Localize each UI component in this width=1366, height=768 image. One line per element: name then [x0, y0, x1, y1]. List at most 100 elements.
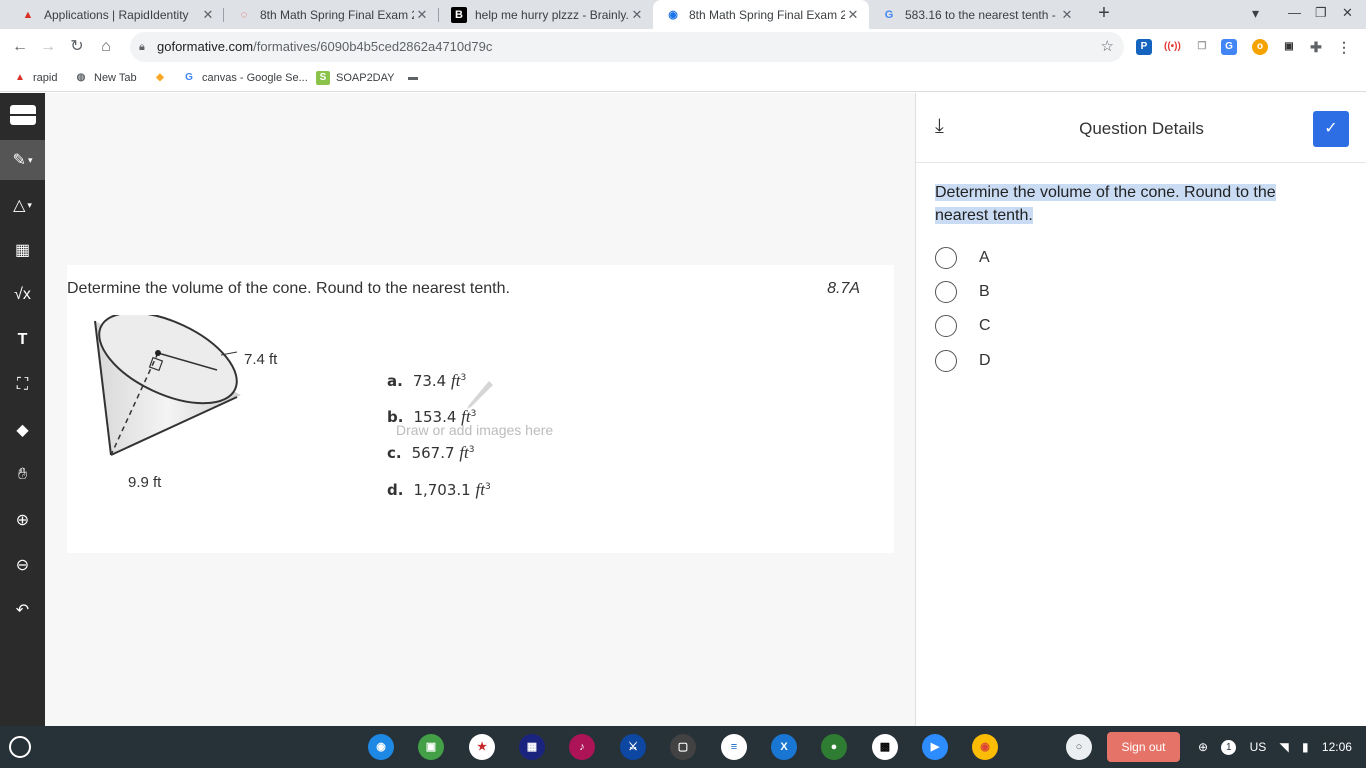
- radio-button[interactable]: [935, 350, 957, 372]
- lock-icon: 🔒︎: [139, 41, 145, 53]
- eraser-tool[interactable]: ◆: [0, 410, 45, 450]
- bookmark-canvas[interactable]: G canvas - Google Se...: [182, 69, 308, 87]
- google-icon: G: [185, 72, 193, 83]
- tab-title: 8th Math Spring Final Exam 202: [260, 7, 414, 22]
- qr-app-icon[interactable]: ▩: [872, 734, 898, 760]
- tab-strip: ▲ Applications | RapidIdentity ✕ ◌ 8th M…: [0, 0, 1366, 29]
- option-c[interactable]: C: [935, 314, 991, 338]
- sign-out-button[interactable]: Sign out: [1107, 732, 1180, 762]
- choice-letter: c.: [387, 444, 402, 462]
- close-tab-icon[interactable]: ✕: [1059, 7, 1075, 23]
- radio-button[interactable]: [935, 315, 957, 337]
- new-tab-button[interactable]: +: [1094, 3, 1114, 24]
- launcher-icon[interactable]: [9, 736, 31, 758]
- restore-icon[interactable]: ❐: [1315, 5, 1327, 21]
- submit-check-button[interactable]: ✓: [1313, 111, 1349, 147]
- tab-title: 583.16 to the nearest tenth - Go: [905, 7, 1059, 22]
- address-bar[interactable]: 🔒︎ goformative.com/formatives/6090b4b5ce…: [130, 32, 1124, 62]
- choice-value: 1,703.1: [413, 481, 471, 499]
- radio-button[interactable]: [935, 247, 957, 269]
- option-label: A: [979, 249, 990, 266]
- text-icon: T: [17, 331, 28, 348]
- check-icon: ✓: [1324, 120, 1338, 137]
- zoom-in-tool[interactable]: ⊕: [0, 500, 45, 540]
- wifi-icon: ◥: [1279, 740, 1289, 754]
- extension-reader-icon[interactable]: ▣: [1281, 39, 1297, 55]
- zoom-out-icon: ⊖: [15, 557, 30, 574]
- keyboard-locale: US: [1249, 740, 1267, 754]
- choice-letter: a.: [387, 372, 403, 390]
- question-image: Determine the volume of the cone. Round …: [67, 265, 894, 553]
- menu-icon: [9, 105, 36, 125]
- classroom-app-icon[interactable]: ▣: [418, 734, 444, 760]
- option-b[interactable]: B: [935, 280, 990, 304]
- minimize-icon[interactable]: —: [1288, 5, 1301, 20]
- home-icon[interactable]: ⌂: [95, 36, 117, 58]
- texas-app-icon[interactable]: ★: [469, 734, 495, 760]
- close-window-icon[interactable]: ✕: [1342, 5, 1353, 21]
- extensions-puzzle-icon[interactable]: ✚: [1308, 39, 1324, 55]
- zoom-app-icon[interactable]: ▶: [922, 734, 948, 760]
- math-tool[interactable]: √x: [0, 275, 45, 315]
- undo-tool[interactable]: ↶: [0, 590, 45, 630]
- bookmark-star-icon[interactable]: ☆: [1101, 32, 1114, 62]
- pen-tool[interactable]: ✎ ▾: [0, 140, 45, 180]
- zoom-out-tool[interactable]: ⊖: [0, 545, 45, 585]
- tab-search-icon[interactable]: ▾: [1252, 5, 1259, 22]
- drawing-canvas[interactable]: Determine the volume of the cone. Round …: [45, 93, 915, 726]
- tab-math-exam-1[interactable]: ◌ 8th Math Spring Final Exam 202 ✕: [224, 0, 438, 29]
- select-tool[interactable]: ⛶: [0, 365, 45, 405]
- game-app-icon[interactable]: ⚔: [620, 734, 646, 760]
- tab-rapididentity[interactable]: ▲ Applications | RapidIdentity ✕: [8, 0, 224, 29]
- google-translate-icon[interactable]: G: [1221, 39, 1237, 55]
- tab-math-exam-active[interactable]: ◉ 8th Math Spring Final Exam 202 ✕: [653, 0, 869, 29]
- bookmark-rapid[interactable]: ▲ rapid: [13, 69, 57, 87]
- chrome-favicon-icon: ◉: [668, 9, 678, 21]
- window-app-icon[interactable]: ▢: [670, 734, 696, 760]
- close-tab-icon[interactable]: ✕: [845, 7, 861, 23]
- height-label: 9.9 ft: [128, 474, 162, 491]
- choice-value: 73.4: [412, 372, 447, 390]
- app-icon[interactable]: ≡: [721, 734, 747, 760]
- text-tool[interactable]: T: [0, 320, 45, 360]
- question-details-panel: ⤓ Question Details ✓ Determine the volum…: [915, 93, 1366, 726]
- close-tab-icon[interactable]: ✕: [629, 7, 645, 23]
- profile-avatar[interactable]: ○: [1066, 734, 1092, 760]
- extension-p-icon[interactable]: P: [1136, 39, 1152, 55]
- choice-c: c. 567.7 ft3: [387, 443, 475, 463]
- extension-on-icon[interactable]: o: [1252, 39, 1268, 55]
- extension-broadcast-icon[interactable]: ((•)): [1164, 39, 1181, 55]
- reload-icon[interactable]: ↻: [66, 36, 88, 58]
- image-tool[interactable]: ▦: [0, 230, 45, 270]
- status-tray[interactable]: ⊕ 1 US ◥ ▮ 12:06: [1192, 732, 1358, 762]
- extension-cast-icon[interactable]: ❐: [1194, 39, 1210, 55]
- pan-tool[interactable]: ✋︎: [0, 455, 45, 495]
- tab-google-search[interactable]: G 583.16 to the nearest tenth - Go ✕: [869, 0, 1083, 29]
- app-icon[interactable]: ●: [821, 734, 847, 760]
- option-d[interactable]: D: [935, 349, 991, 373]
- x-app-icon[interactable]: X: [771, 734, 797, 760]
- radio-button[interactable]: [935, 281, 957, 303]
- tab-title: help me hurry plzzz - Brainly.co: [475, 7, 629, 22]
- choice-exponent: 3: [468, 445, 475, 455]
- chrome-app-icon[interactable]: ◉: [972, 734, 998, 760]
- music-app-icon[interactable]: ♪: [569, 734, 595, 760]
- bookmark-new-tab[interactable]: ◍ New Tab: [74, 69, 137, 87]
- menu-kebab-icon[interactable]: ⋮: [1336, 39, 1352, 55]
- school-app-icon[interactable]: ▦: [519, 734, 545, 760]
- tab-title: 8th Math Spring Final Exam 202: [689, 7, 845, 22]
- bookmark-soap2day[interactable]: S SOAP2DAY: [316, 69, 395, 87]
- close-tab-icon[interactable]: ✕: [200, 7, 216, 23]
- forward-icon[interactable]: →: [37, 36, 59, 58]
- menu-tool[interactable]: [0, 95, 45, 135]
- tab-brainly[interactable]: B help me hurry plzzz - Brainly.co ✕: [439, 0, 653, 29]
- back-icon[interactable]: ←: [9, 36, 31, 58]
- bookmark-folder[interactable]: ▬: [406, 69, 426, 87]
- soap2day-icon: S: [316, 71, 330, 85]
- globe-icon: ◍: [76, 72, 86, 83]
- close-tab-icon[interactable]: ✕: [414, 7, 430, 23]
- camera-app-icon[interactable]: ◉: [368, 734, 394, 760]
- option-a[interactable]: A: [935, 246, 990, 270]
- shapes-tool[interactable]: △ ▾: [0, 185, 45, 225]
- bookmark-script[interactable]: ◆: [153, 69, 173, 87]
